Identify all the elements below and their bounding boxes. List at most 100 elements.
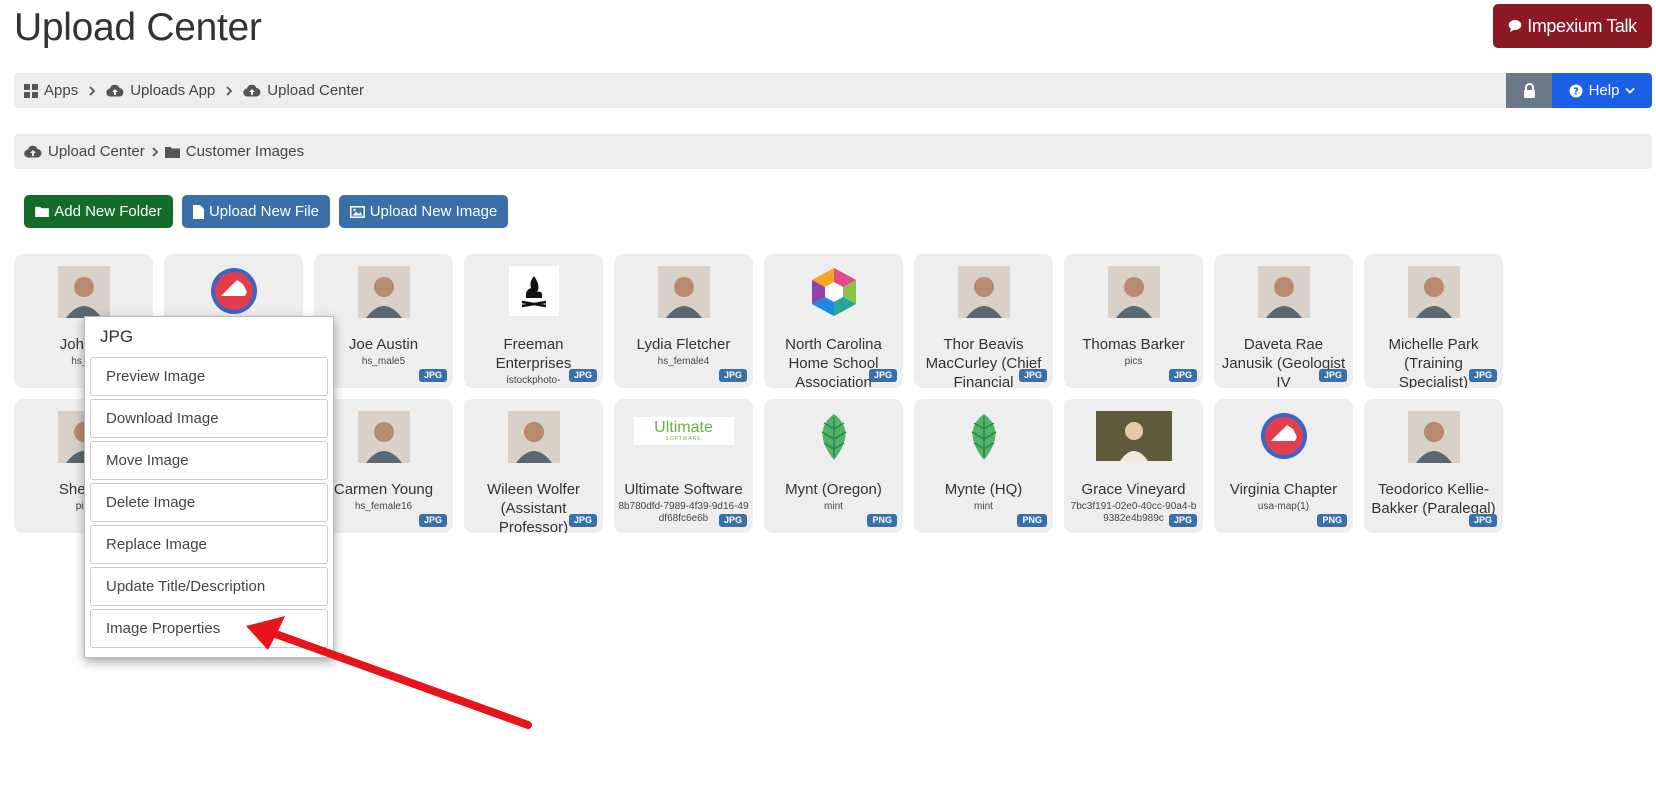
tile-title-text: Lydia Fletcher [636,336,731,353]
file-type-badge: JPG [718,369,747,382]
breadcrumb-uploads-app[interactable]: Uploads App [106,82,215,99]
preview-image-option[interactable]: Preview Image [90,357,328,396]
person-photo [1407,411,1460,463]
tile-title: Mynt (Oregon) mint [768,480,899,513]
file-icon [192,204,204,219]
tile-filename: pics [1124,356,1143,367]
impexium-talk-button[interactable]: Impexium Talk [1493,4,1652,48]
image-tile[interactable]: Michelle Park (Training Specialist) JPG [1364,254,1503,388]
tile-title: Carmen Young hs_female16 [318,480,449,513]
tile-title-text: Mynt (Oregon) [785,481,882,498]
file-type-badge: PNG [1017,514,1047,527]
image-tile[interactable]: Thor Beavis MacCurley (Chief Financial JP… [914,254,1053,388]
image-tile[interactable]: North Carolina Home School Association JP… [764,254,903,388]
image-tile[interactable]: Mynte (HQ) mint PNG [914,399,1053,533]
tile-title-text: North Carolina Home School Association [785,336,882,388]
tile-title-text: Wileen Wolfer (Assistant Professor) [486,481,581,533]
lock-icon [1523,83,1535,98]
image-properties-option[interactable]: Image Properties [90,609,328,648]
breadcrumb-upload-center[interactable]: Upload Center [243,82,364,99]
tile-title-text: Freeman Enterprises [495,336,572,372]
person-photo [1407,266,1460,318]
question-circle-icon: ? [1569,84,1583,97]
help-button[interactable]: ? Help [1552,73,1652,108]
breadcrumb-apps[interactable]: Apps [24,82,78,99]
chevron-down-icon [1625,87,1636,94]
person-photo [357,266,410,318]
person-photo [507,411,560,463]
hexagon-logo [806,266,862,318]
image-tile[interactable]: Thomas Barker pics JPG [1064,254,1203,388]
file-type-badge: JPG [1468,514,1497,527]
image-tile[interactable]: Grace Vineyard 7bc3f191-02e0-40cc-90a4-b9… [1064,399,1203,533]
file-type-badge: JPG [418,369,447,382]
file-type-badge: JPG [1468,369,1497,382]
person-photo [657,266,710,318]
tile-title: Thomas Barker pics [1068,335,1199,368]
tile-title-text: Michelle Park (Training Specialist) [1388,336,1479,388]
image-tile[interactable]: Virginia Chapter usa-map(1) PNG [1214,399,1353,533]
delete-image-option[interactable]: Delete Image [90,483,328,522]
tile-title-text: Ultimate Software [624,481,743,498]
leaf-logo [808,411,860,463]
update-title-description-option[interactable]: Update Title/Description [90,567,328,606]
svg-text:?: ? [1573,86,1579,97]
tile-filename: mint [974,501,993,512]
breadcrumb-upload-center-label: Upload Center [267,82,365,99]
image-tile[interactable]: Daveta Rae Janusik (Geologist IV JPG [1214,254,1353,388]
image-tile[interactable]: Teodorico Kellie-Bakker (Paralegal) JPG [1364,399,1503,533]
image-tile[interactable]: Mynt (Oregon) mint PNG [764,399,903,533]
add-new-folder-button[interactable]: Add New Folder [24,195,173,228]
cloud-upload-icon [106,84,124,97]
ultimate-software-logo: Ultimate SOFTWARE [633,417,734,445]
image-tile[interactable]: Joe Austin hs_male5 JPG [314,254,453,388]
tile-title: Mynte (HQ) mint [918,480,1049,513]
ultimate-logo-word: Ultimate [654,419,713,436]
impexium-talk-label: Impexium Talk [1527,15,1637,36]
folder-path-customer-images[interactable]: Customer Images [164,143,305,160]
move-image-option[interactable]: Move Image [90,441,328,480]
add-new-folder-label: Add New Folder [54,203,162,220]
page-title: Upload Center [14,6,262,49]
breadcrumb-apps-label: Apps [44,82,79,99]
cloud-upload-icon [243,84,261,97]
tile-filename: hs_female16 [354,501,413,512]
folder-path-upload-center[interactable]: Upload Center [24,143,145,160]
virginia-logo [1259,411,1309,461]
tile-filename: hs_female4 [657,356,710,367]
tile-title-text: Teodorico Kellie-Bakker (Paralegal) [1371,481,1496,517]
image-tile[interactable]: Freeman Enterprises istockphoto- JPG [464,254,603,388]
replace-image-option[interactable]: Replace Image [90,525,328,564]
upload-new-file-label: Upload New File [208,203,320,220]
image-tile[interactable]: Lydia Fletcher hs_female4 JPG [614,254,753,388]
file-type-badge: PNG [1317,514,1347,527]
download-image-option[interactable]: Download Image [90,399,328,438]
image-tile[interactable]: Ultimate SOFTWARE Ultimate Software 8b780df… [614,399,753,533]
person-photo [1095,411,1172,461]
person-photo [357,411,410,463]
chevron-right-icon [151,146,159,157]
image-tile[interactable]: Carmen Young hs_female16 JPG [314,399,453,533]
fire-logo [508,266,559,316]
chevron-right-icon [88,85,96,96]
tile-title-text: Grace Vineyard [1081,481,1186,498]
lock-button[interactable] [1506,73,1552,108]
file-type-badge: JPG [568,369,597,382]
tile-title: Joe Austin hs_male5 [318,335,449,368]
person-photo [1257,266,1310,318]
file-type-badge: JPG [1168,514,1197,527]
folder-path-customer-images-label: Customer Images [185,143,305,160]
upload-new-image-button[interactable]: Upload New Image [339,195,508,228]
folder-icon [35,206,50,217]
image-tile[interactable]: Wileen Wolfer (Assistant Professor) JPG [464,399,603,533]
file-type-badge: JPG [1318,369,1347,382]
help-label: Help [1588,82,1620,99]
image-context-menu: JPG Preview Image Download Image Move Im… [84,316,334,658]
file-type-badge: JPG [568,514,597,527]
person-photo [957,266,1010,318]
ultimate-logo-sub: SOFTWARE [665,436,702,442]
tile-title-text: Carmen Young [333,481,434,498]
tile-title-text: Mynte (HQ) [944,481,1023,498]
file-type-badge: JPG [1168,369,1197,382]
upload-new-file-button[interactable]: Upload New File [182,195,330,228]
